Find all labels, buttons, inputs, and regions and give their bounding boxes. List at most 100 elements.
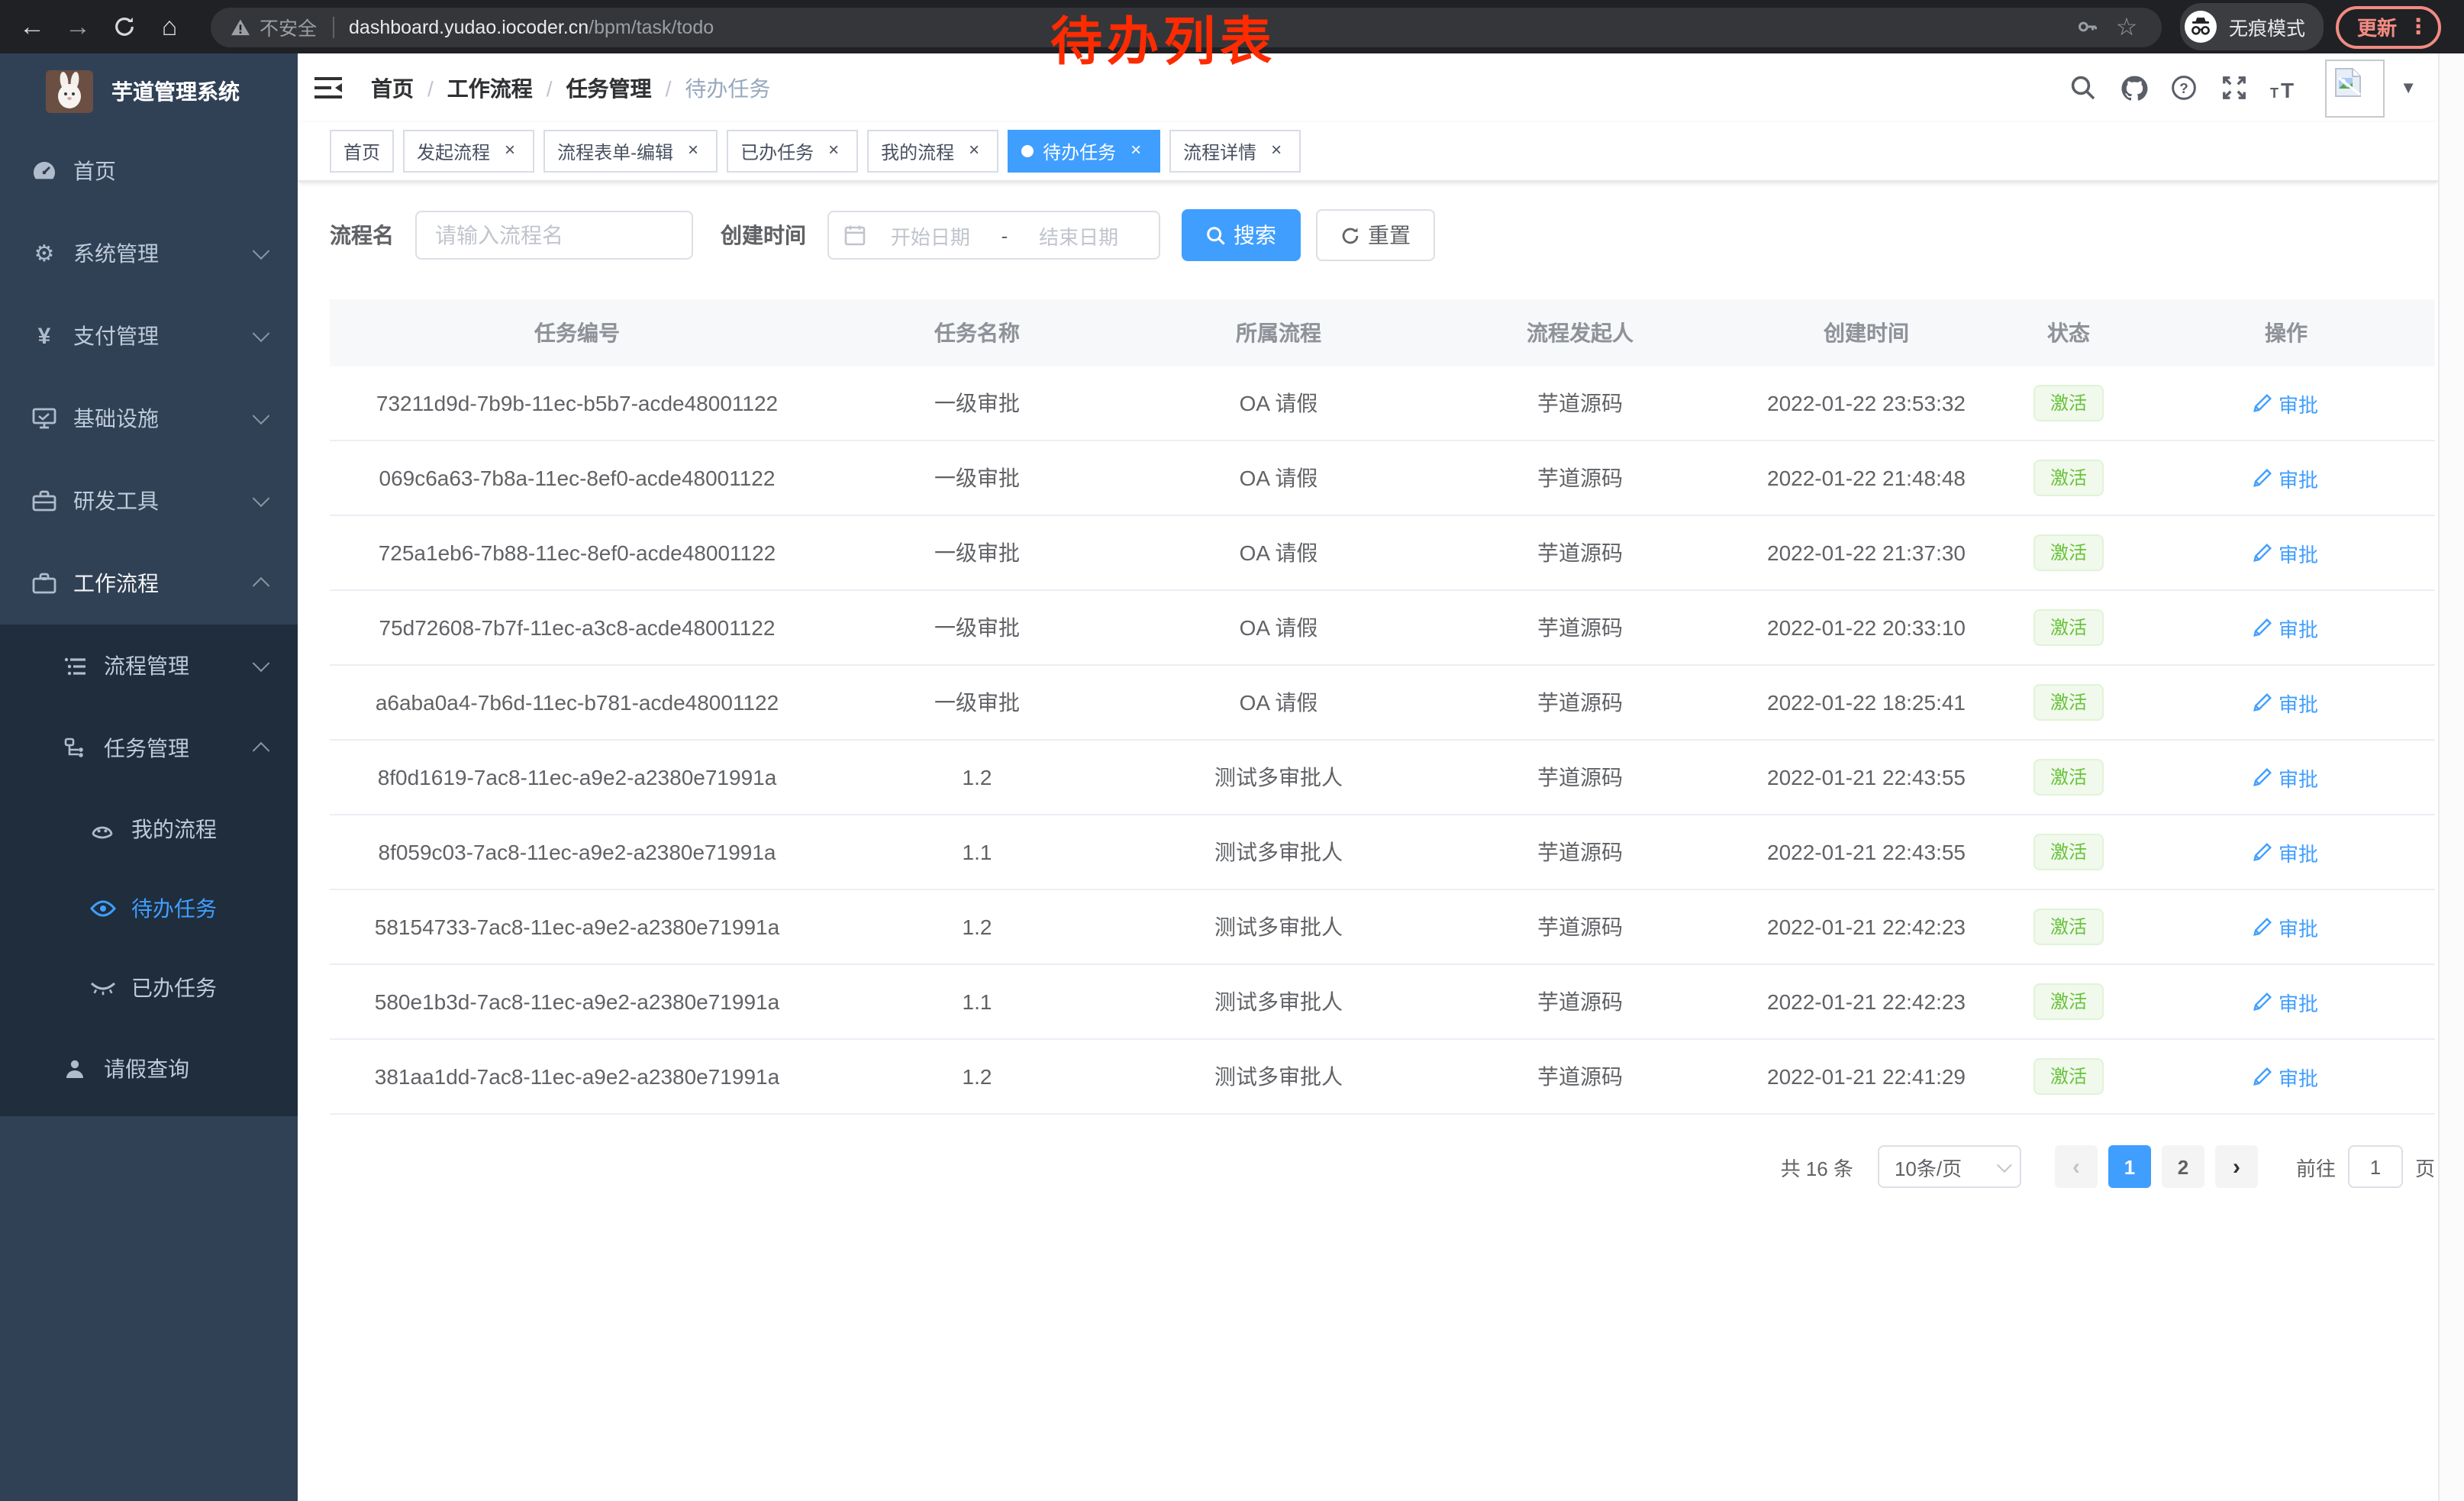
approve-button[interactable]: 审批 bbox=[2254, 688, 2318, 717]
col-status: 状态 bbox=[2000, 318, 2137, 348]
calendar-icon bbox=[844, 224, 866, 246]
sidebar-item-home[interactable]: 首页 bbox=[0, 130, 298, 212]
col-process: 所属流程 bbox=[1130, 318, 1427, 348]
search-button[interactable]: 搜索 bbox=[1182, 209, 1301, 261]
app-logo[interactable]: 芋道管理系统 bbox=[0, 53, 298, 130]
browser-update-button[interactable]: 更新 ⋮ bbox=[2336, 5, 2441, 48]
page-size-select[interactable]: 10条/页 bbox=[1878, 1145, 2021, 1188]
reset-button[interactable]: 重置 bbox=[1316, 209, 1435, 261]
sidebar-item-process-mgmt[interactable]: 流程管理 bbox=[0, 625, 298, 707]
next-page-button[interactable]: › bbox=[2215, 1145, 2258, 1188]
gear-icon: ⚙ bbox=[31, 240, 58, 267]
approve-button[interactable]: 审批 bbox=[2254, 763, 2318, 792]
incognito-label: 无痕模式 bbox=[2229, 12, 2305, 41]
sidebar-item-task-mgmt[interactable]: 任务管理 bbox=[0, 707, 298, 789]
sidebar-item-todo-tasks[interactable]: 待办任务 bbox=[0, 869, 298, 948]
tab-home[interactable]: 首页 bbox=[330, 130, 394, 173]
address-bar[interactable]: 不安全 dashboard.yudao.iocoder.cn/bpm/task/… bbox=[211, 7, 2162, 47]
breadcrumb-home[interactable]: 首页 bbox=[371, 73, 414, 103]
tab-process-detail[interactable]: 流程详情 × bbox=[1169, 130, 1301, 173]
browser-home-icon[interactable]: ⌂ bbox=[147, 5, 192, 48]
approve-button[interactable]: 审批 bbox=[2254, 912, 2318, 941]
table-row: 8f0d1619-7ac8-11ec-a9e2-a2380e71991a 1.2… bbox=[330, 741, 2435, 815]
table-row: 75d72608-7b7f-11ec-a3c8-acde48001122 一级审… bbox=[330, 591, 2435, 666]
close-icon[interactable]: × bbox=[823, 140, 844, 162]
approve-button[interactable]: 审批 bbox=[2254, 463, 2318, 492]
tab-my-process[interactable]: 我的流程 × bbox=[867, 130, 998, 173]
breadcrumb-task-mgmt[interactable]: 任务管理 bbox=[566, 73, 652, 103]
browser-reload-icon[interactable] bbox=[101, 5, 147, 48]
status-badge: 激活 bbox=[2033, 759, 2104, 796]
tree-list-icon bbox=[61, 656, 89, 676]
search-icon[interactable] bbox=[2058, 53, 2108, 122]
yen-icon: ¥ bbox=[31, 323, 58, 349]
sidebar-item-done-tasks[interactable]: 已办任务 bbox=[0, 948, 298, 1028]
browser-menu-kebab-icon[interactable]: ⋮ bbox=[2408, 14, 2429, 40]
close-icon[interactable]: × bbox=[963, 140, 985, 162]
edit-pen-icon bbox=[2254, 394, 2272, 412]
robot-icon bbox=[89, 819, 116, 839]
password-key-icon[interactable] bbox=[2067, 15, 2107, 38]
approve-button[interactable]: 审批 bbox=[2254, 838, 2318, 867]
page-scrollbar[interactable] bbox=[2438, 53, 2464, 1501]
tab-done-tasks[interactable]: 已办任务 × bbox=[727, 130, 858, 173]
goto-page-input[interactable] bbox=[2348, 1145, 2403, 1188]
status-badge: 激活 bbox=[2033, 385, 2104, 421]
avatar-caret-icon[interactable]: ▼ bbox=[2400, 79, 2417, 97]
incognito-icon bbox=[2185, 11, 2217, 43]
app-header: 首页 / 工作流程 / 任务管理 / 待办任务 ? TT bbox=[298, 53, 2438, 122]
edit-pen-icon bbox=[2254, 693, 2272, 712]
active-tab-dot bbox=[1021, 145, 1034, 157]
prev-page-button[interactable]: ‹ bbox=[2055, 1145, 2098, 1188]
sidebar-fold-icon[interactable] bbox=[298, 53, 359, 122]
close-icon[interactable]: × bbox=[1125, 140, 1147, 162]
sidebar-item-devtools[interactable]: 研发工具 bbox=[0, 460, 298, 542]
fullscreen-icon[interactable] bbox=[2209, 53, 2259, 122]
close-icon[interactable]: × bbox=[499, 140, 521, 162]
status-badge: 激活 bbox=[2033, 834, 2104, 870]
user-avatar[interactable] bbox=[2325, 59, 2385, 117]
close-icon[interactable]: × bbox=[1266, 140, 1287, 162]
sidebar-item-system[interactable]: ⚙ 系统管理 bbox=[0, 212, 298, 295]
end-date-placeholder: 结束日期 bbox=[1014, 221, 1143, 250]
refresh-icon bbox=[1340, 225, 1360, 245]
sidebar-item-my-process[interactable]: 我的流程 bbox=[0, 789, 298, 869]
approve-button[interactable]: 审批 bbox=[2254, 1062, 2318, 1091]
browser-forward-icon[interactable]: → bbox=[55, 5, 101, 48]
tags-view: 首页 发起流程 × 流程表单-编辑 × 已办任务 × 我的流程 × 待办任务 ×… bbox=[298, 122, 2438, 182]
font-size-icon[interactable]: TT bbox=[2259, 53, 2310, 122]
eye-closed-icon bbox=[89, 980, 116, 996]
sidebar-item-payment[interactable]: ¥ 支付管理 bbox=[0, 295, 298, 377]
page-button-2[interactable]: 2 bbox=[2162, 1145, 2204, 1188]
status-badge: 激活 bbox=[2033, 909, 2104, 945]
sidebar-item-infra[interactable]: 基础设施 bbox=[0, 377, 298, 460]
approve-button[interactable]: 审批 bbox=[2254, 389, 2318, 418]
help-question-icon[interactable]: ? bbox=[2159, 53, 2209, 122]
tab-process-form-edit[interactable]: 流程表单-编辑 × bbox=[543, 130, 718, 173]
edit-pen-icon bbox=[2254, 544, 2272, 562]
approve-button[interactable]: 审批 bbox=[2254, 987, 2318, 1016]
page-button-1[interactable]: 1 bbox=[2108, 1145, 2151, 1188]
browser-back-icon[interactable]: ← bbox=[9, 5, 55, 48]
svg-text:?: ? bbox=[2179, 81, 2188, 97]
pagination: 共 16 条 10条/页 ‹ 1 2 › 前往 页 bbox=[330, 1145, 2435, 1188]
date-range-picker[interactable]: 开始日期 - 结束日期 bbox=[827, 211, 1160, 260]
process-name-input[interactable] bbox=[415, 211, 693, 260]
sidebar-item-leave-query[interactable]: 请假查询 bbox=[0, 1028, 298, 1110]
tab-todo-tasks[interactable]: 待办任务 × bbox=[1008, 130, 1160, 173]
approve-button[interactable]: 审批 bbox=[2254, 613, 2318, 642]
tab-start-process[interactable]: 发起流程 × bbox=[403, 130, 534, 173]
approve-button[interactable]: 审批 bbox=[2254, 538, 2318, 567]
github-icon[interactable] bbox=[2108, 53, 2159, 122]
browser-toolbar: ← → ⌂ 不安全 dashboard.yudao.iocoder.cn/bpm… bbox=[0, 0, 2464, 53]
chevron-down-icon bbox=[253, 242, 270, 260]
sidebar-item-workflow[interactable]: 工作流程 bbox=[0, 542, 298, 625]
logo-avatar bbox=[46, 70, 93, 113]
flow-icon bbox=[61, 738, 89, 759]
monitor-icon bbox=[31, 408, 58, 429]
status-badge: 激活 bbox=[2033, 983, 2104, 1020]
bookmark-star-icon[interactable]: ☆ bbox=[2107, 11, 2146, 42]
pagination-total: 共 16 条 bbox=[1781, 1152, 1853, 1181]
close-icon[interactable]: × bbox=[682, 140, 704, 162]
breadcrumb-workflow[interactable]: 工作流程 bbox=[447, 73, 533, 103]
